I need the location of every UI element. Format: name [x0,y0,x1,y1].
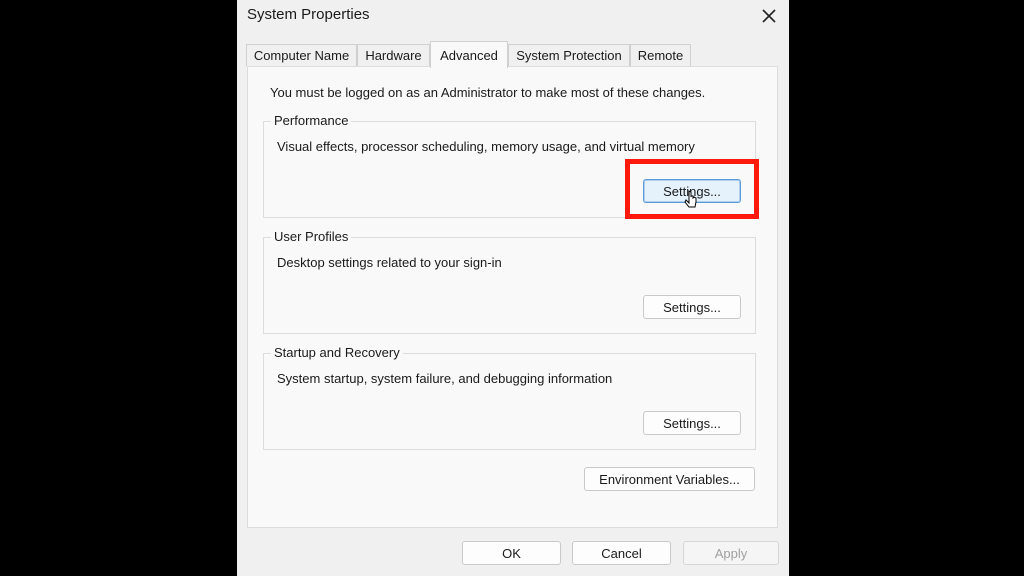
user-profiles-settings-button[interactable]: Settings... [643,295,741,319]
startup-recovery-legend: Startup and Recovery [271,345,403,360]
close-icon [762,9,776,23]
user-profiles-legend: User Profiles [271,229,352,244]
close-button[interactable] [755,4,783,28]
startup-recovery-settings-button[interactable]: Settings... [643,411,741,435]
startup-recovery-description: System startup, system failure, and debu… [277,371,613,386]
cancel-button[interactable]: Cancel [572,541,671,565]
title-bar: System Properties [237,0,789,34]
tab-remote[interactable]: Remote [630,44,691,66]
admin-note: You must be logged on as an Administrato… [270,85,706,100]
system-properties-dialog: System Properties Computer Name Hardware… [237,0,789,576]
tab-computer-name[interactable]: Computer Name [246,44,357,66]
tab-advanced[interactable]: Advanced [430,41,508,68]
tab-system-protection[interactable]: System Protection [508,44,630,66]
ok-button[interactable]: OK [462,541,561,565]
startup-recovery-group: Startup and Recovery System startup, sys… [263,345,756,450]
performance-legend: Performance [271,113,352,128]
window-title: System Properties [247,6,370,23]
performance-group: Performance Visual effects, processor sc… [263,113,756,218]
apply-button[interactable]: Apply [683,541,779,565]
user-profiles-description: Desktop settings related to your sign-in [277,255,502,270]
user-profiles-group: User Profiles Desktop settings related t… [263,229,756,334]
mouse-cursor-icon [684,190,697,208]
tab-hardware[interactable]: Hardware [357,44,430,66]
performance-description: Visual effects, processor scheduling, me… [277,139,695,154]
environment-variables-button[interactable]: Environment Variables... [584,467,755,491]
